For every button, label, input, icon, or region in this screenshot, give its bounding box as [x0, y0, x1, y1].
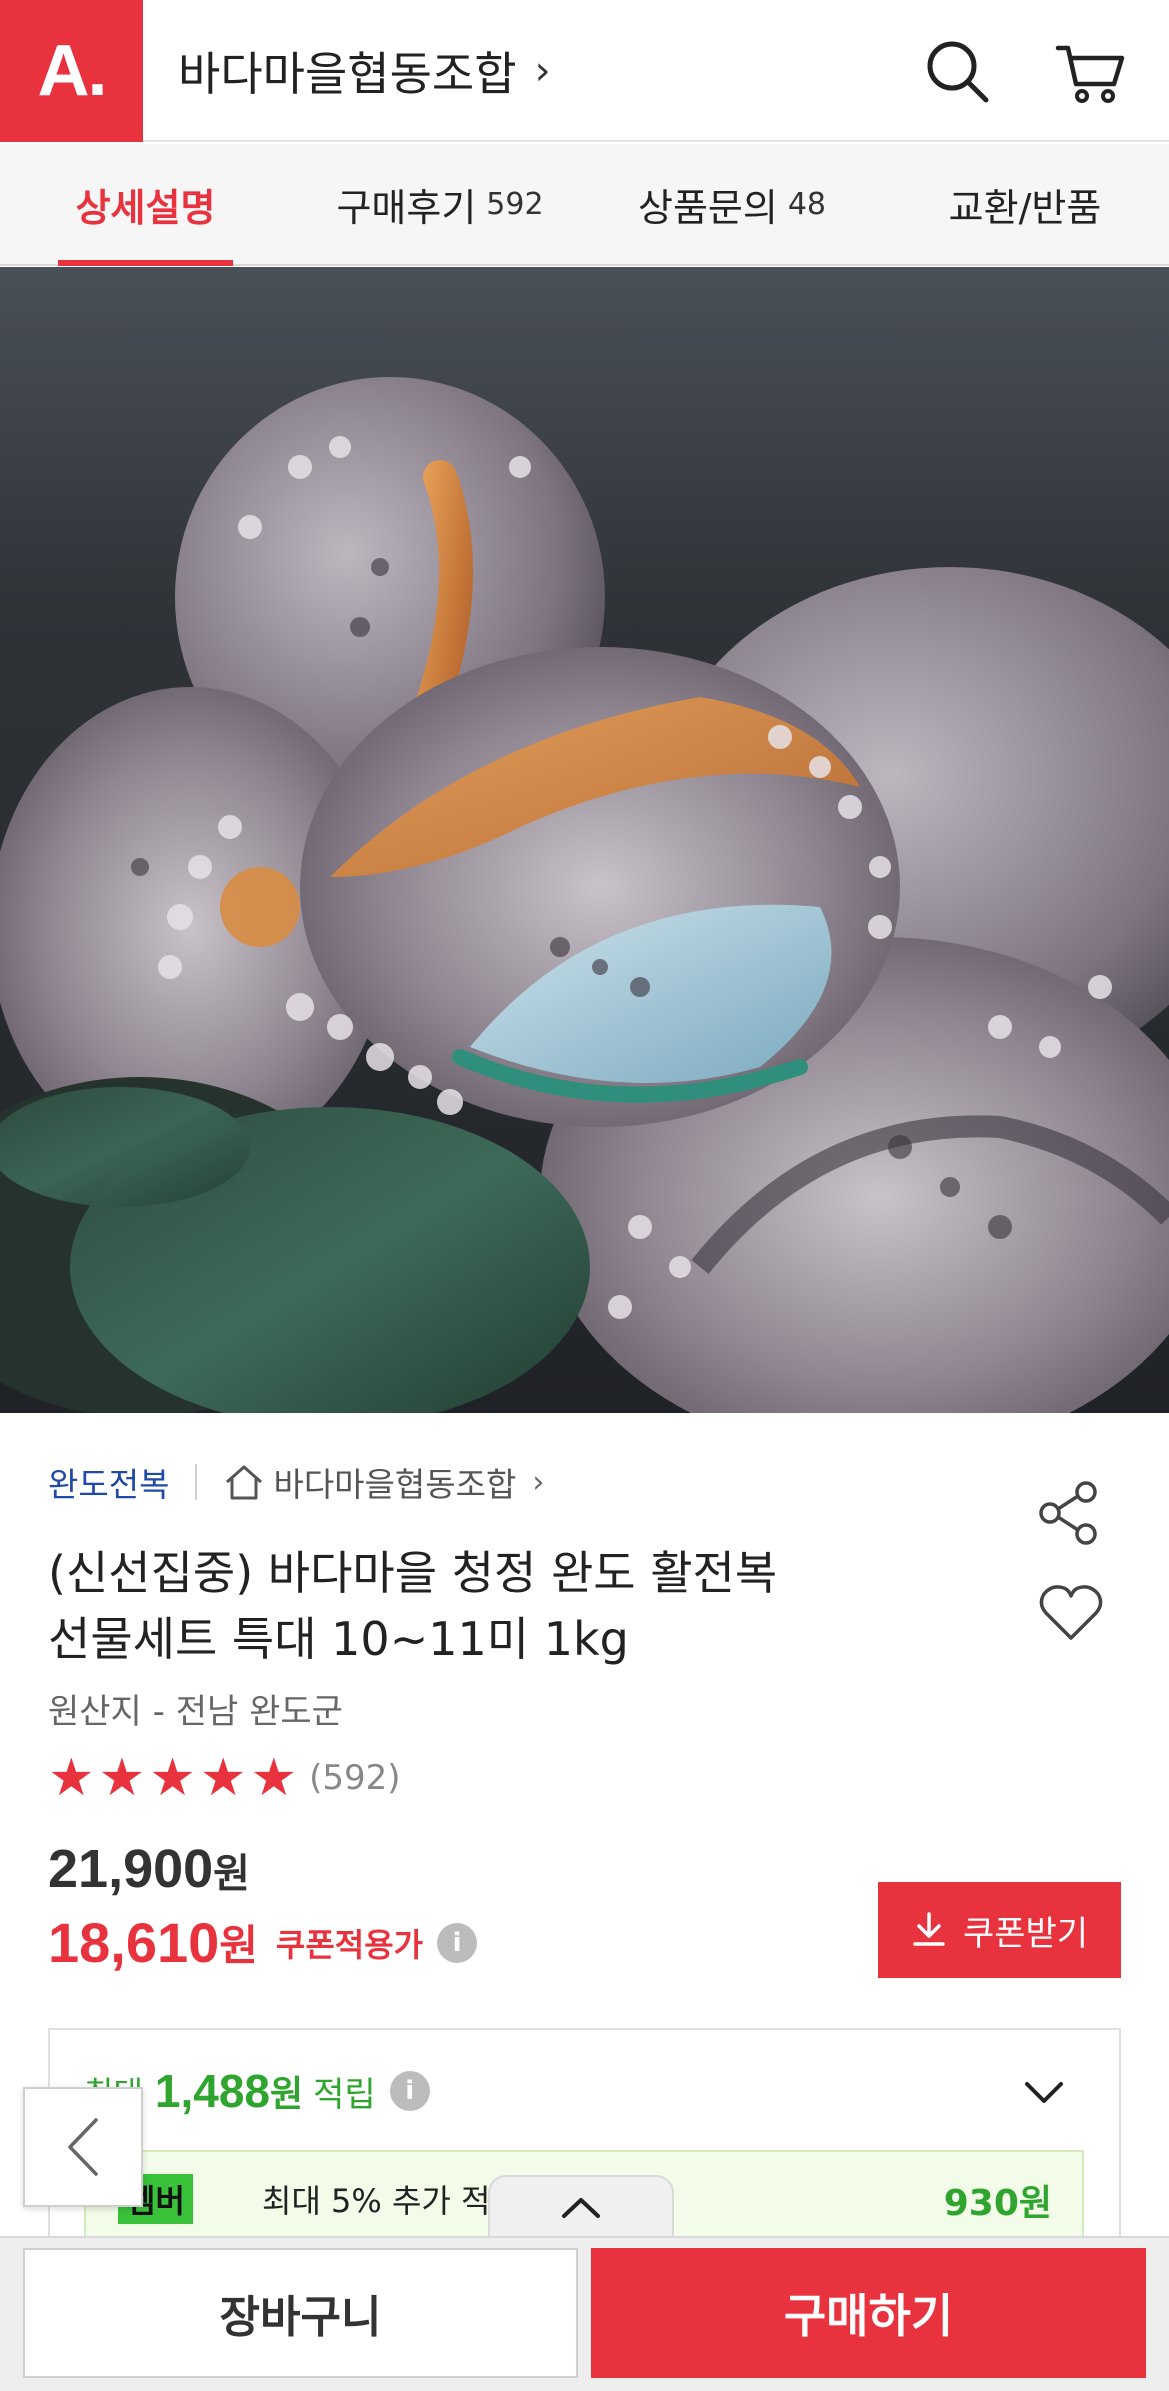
- home-icon: [226, 1465, 263, 1500]
- tab-label: 구매후기: [336, 185, 477, 230]
- seller-link[interactable]: 바다마을협동조합 ›: [223, 1458, 544, 1506]
- tab-count: 592: [486, 186, 544, 222]
- add-to-cart-button[interactable]: 장바구니: [23, 2248, 578, 2378]
- star-rating: ★ ★ ★ ★ ★: [48, 1752, 297, 1804]
- price-original-value: 21,900: [48, 1839, 214, 1899]
- chevron-up-icon: [562, 2198, 600, 2218]
- divider: [195, 1464, 198, 1500]
- member-benefit-value: 930원: [943, 2183, 1052, 2224]
- chevron-right-icon: ›: [532, 1464, 545, 1500]
- download-icon: [913, 1912, 945, 1946]
- info-icon[interactable]: i: [389, 2071, 430, 2111]
- product-image[interactable]: [0, 267, 1169, 1413]
- back-button[interactable]: [23, 2087, 143, 2207]
- seller-name: 바다마을협동조합: [273, 1465, 517, 1504]
- coupon-download-button[interactable]: 쿠폰받기: [878, 1882, 1121, 1978]
- chevron-left-icon: [68, 2118, 98, 2176]
- star-icon: ★: [98, 1748, 146, 1808]
- store-title-link[interactable]: 바다마을협동조합 ›: [178, 38, 551, 104]
- chevron-right-icon: ›: [534, 48, 551, 94]
- price-sale: 18,610 원 쿠폰적용가 i: [48, 1910, 478, 1975]
- info-icon[interactable]: i: [437, 1922, 478, 1963]
- origin-text: 원산지 - 전남 완도군: [48, 1692, 343, 1732]
- member-benefit-text: 최대 5% 추가 적: [262, 2182, 491, 2220]
- detail-tabs: 상세설명 구매후기 592 상품문의 48 교환/반품: [0, 144, 1169, 266]
- tab-returns[interactable]: 교환/반품: [925, 144, 1125, 264]
- currency-label: 원: [270, 2074, 304, 2115]
- product-title-line: 선물세트 특대 10~11미 1kg: [48, 1612, 629, 1666]
- coupon-price-label: 쿠폰적용가: [275, 1925, 424, 1964]
- points-value: 1,488: [154, 2065, 271, 2117]
- tab-label: 상세설명: [75, 185, 216, 230]
- app-header: A. 바다마을협동조합 ›: [0, 0, 1169, 142]
- currency-label: 원: [219, 1921, 258, 1970]
- heart-icon[interactable]: [1036, 1578, 1106, 1648]
- category-row: 완도전복 바다마을협동조합 ›: [48, 1458, 544, 1506]
- tab-label: 상품문의: [637, 185, 778, 230]
- product-title: (신선집중) 바다마을 청정 완도 활전복 선물세트 특대 10~11미 1kg: [48, 1540, 948, 1672]
- tab-reviews[interactable]: 구매후기 592: [310, 144, 570, 264]
- chevron-down-icon[interactable]: [1021, 2070, 1067, 2116]
- star-icon: ★: [149, 1748, 196, 1808]
- review-count: (592): [309, 1758, 401, 1798]
- tab-label: 교환/반품: [948, 185, 1102, 230]
- price-sale-value: 18,610: [48, 1911, 220, 1974]
- cart-icon[interactable]: [1052, 34, 1128, 110]
- abalone-photo: [0, 267, 1169, 1413]
- star-icon: ★: [199, 1748, 247, 1808]
- star-icon: ★: [48, 1748, 95, 1808]
- store-name: 바다마을협동조합: [178, 47, 517, 101]
- buy-now-button[interactable]: 구매하기: [591, 2248, 1146, 2378]
- product-title-line: (신선집중) 바다마을 청정 완도 활전복: [48, 1546, 778, 1600]
- rating-row[interactable]: ★ ★ ★ ★ ★ (592): [48, 1752, 401, 1804]
- currency-label: 원: [213, 1852, 250, 1896]
- star-icon: ★: [250, 1748, 298, 1808]
- points-suffix: 적립: [313, 2074, 376, 2115]
- bottom-action-bar: 장바구니 구매하기: [0, 2236, 1169, 2391]
- tab-count: 48: [787, 186, 827, 222]
- price-original: 21,900원: [48, 1838, 250, 1900]
- tab-questions[interactable]: 상품문의 48: [612, 144, 852, 264]
- category-link[interactable]: 완도전복: [48, 1458, 169, 1506]
- brand-logo[interactable]: A.: [0, 0, 143, 142]
- search-icon[interactable]: [920, 34, 996, 110]
- share-icon[interactable]: [1036, 1478, 1106, 1548]
- expand-toggle[interactable]: [488, 2175, 674, 2237]
- coupon-button-label: 쿠폰받기: [962, 1914, 1089, 1953]
- tab-detail[interactable]: 상세설명: [58, 144, 233, 266]
